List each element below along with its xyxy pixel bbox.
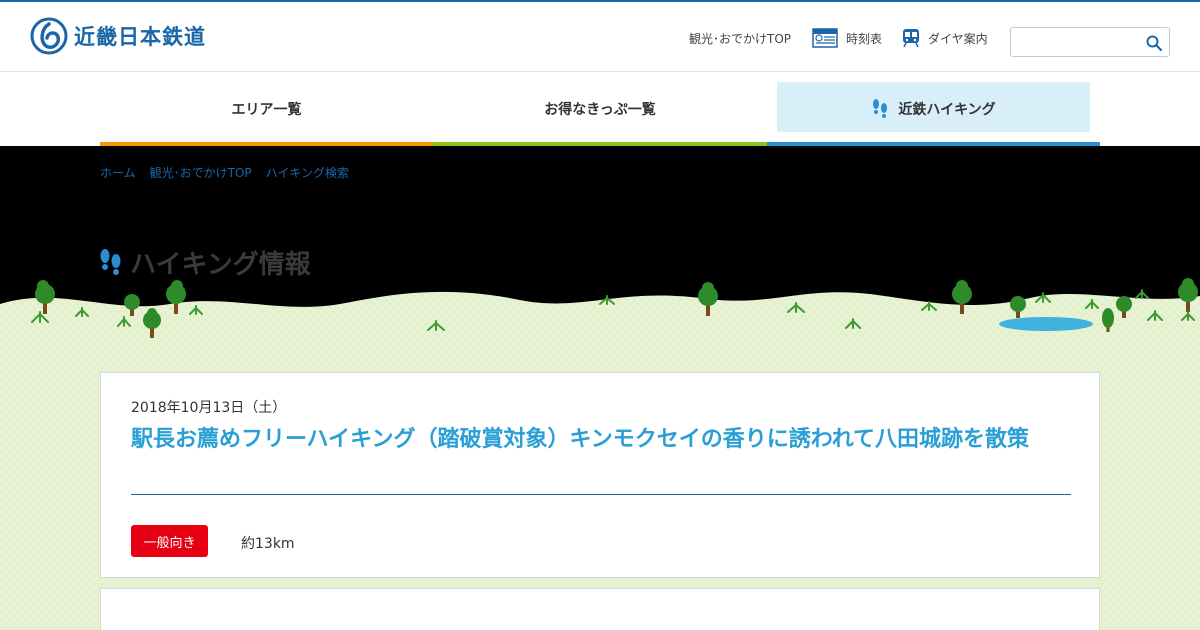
timetable-icon bbox=[812, 28, 838, 48]
site-search bbox=[1010, 27, 1170, 57]
event-date: 2018年10月13日（土） bbox=[131, 400, 287, 416]
gnav-hiking-label: 近鉄ハイキング bbox=[898, 102, 996, 118]
gnav-hiking-content: 近鉄ハイキング bbox=[871, 98, 996, 120]
kintetsu-logo-icon bbox=[30, 17, 68, 55]
site-logo[interactable]: 近畿日本鉄道 bbox=[30, 16, 206, 56]
global-navigation: エリア一覧 お得なきっぷ一覧 近鉄ハイキング bbox=[100, 72, 1100, 146]
breadcrumb: ホーム 観光･おでかけTOP ハイキング検索 bbox=[100, 164, 349, 181]
nav-timetable[interactable]: 時刻表 bbox=[812, 28, 882, 48]
page-title: ハイキング情報 bbox=[98, 244, 311, 281]
next-card bbox=[100, 588, 1100, 630]
title-divider bbox=[131, 494, 1071, 495]
search-icon[interactable] bbox=[1145, 34, 1163, 52]
nav-diagram-guide-label: ダイヤ案内 bbox=[928, 31, 988, 46]
logo-text: 近畿日本鉄道 bbox=[74, 25, 206, 49]
footprints-icon bbox=[100, 248, 121, 275]
search-input[interactable] bbox=[1011, 28, 1139, 56]
breadcrumb-sightseeing-top[interactable]: 観光･おでかけTOP bbox=[150, 164, 252, 181]
site-header: 近畿日本鉄道 観光･おでかけTOP 時刻表 ダイヤ案内 bbox=[0, 2, 1200, 72]
page-title-text: ハイキング情報 bbox=[130, 250, 311, 280]
nav-timetable-label: 時刻表 bbox=[846, 31, 883, 46]
train-icon bbox=[903, 29, 919, 48]
hiking-event-card: 2018年10月13日（土） 駅長お薦めフリーハイキング（踏破賞対象）キンモクセ… bbox=[100, 372, 1100, 578]
gnav-area-list-label: エリア一覧 bbox=[231, 102, 302, 118]
gnav-hiking[interactable]: 近鉄ハイキング bbox=[767, 72, 1100, 146]
event-distance: 約13km bbox=[241, 536, 295, 552]
gnav-area-list[interactable]: エリア一覧 bbox=[100, 72, 433, 146]
gnav-tickets-list[interactable]: お得なきっぷ一覧 bbox=[433, 72, 767, 146]
nav-sightseeing-top-label: 観光･おでかけTOP bbox=[689, 32, 792, 46]
event-title: 駅長お薦めフリーハイキング（踏破賞対象）キンモクセイの香りに誘われて八田城跡を散… bbox=[131, 427, 1030, 452]
gnav-tickets-list-label: お得なきっぷ一覧 bbox=[544, 102, 656, 118]
difficulty-badge: 一般向き bbox=[131, 525, 208, 557]
breadcrumb-hiking-search[interactable]: ハイキング検索 bbox=[266, 164, 349, 181]
breadcrumb-home[interactable]: ホーム bbox=[100, 164, 136, 181]
nav-sightseeing-top[interactable]: 観光･おでかけTOP bbox=[689, 30, 791, 47]
pond bbox=[999, 317, 1093, 331]
nav-diagram-guide[interactable]: ダイヤ案内 bbox=[902, 28, 988, 48]
footprints-icon bbox=[873, 99, 888, 118]
